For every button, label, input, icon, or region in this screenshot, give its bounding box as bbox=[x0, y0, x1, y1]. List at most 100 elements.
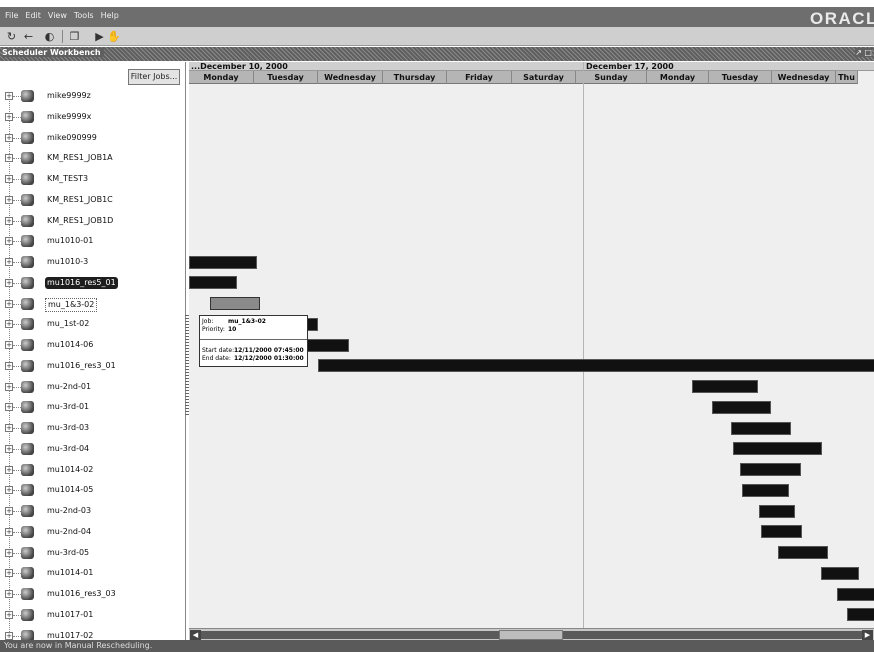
scroll-right-arrow-icon[interactable]: ▶ bbox=[862, 630, 873, 640]
tree-row[interactable]: + KM_RES1_JOB1A bbox=[0, 150, 184, 166]
run-icon[interactable]: ▶ bbox=[93, 30, 106, 43]
gantt-bar-mu1014-02[interactable] bbox=[740, 463, 801, 476]
job-icon bbox=[21, 567, 34, 580]
gantt-bar-mu1017-01[interactable] bbox=[847, 608, 874, 622]
tree-row[interactable]: + mu-2nd-01 bbox=[0, 379, 184, 395]
expand-icon[interactable]: + bbox=[5, 403, 13, 412]
gantt-bar-mu1016_res5_01[interactable] bbox=[189, 276, 237, 290]
expand-icon[interactable]: + bbox=[5, 341, 13, 349]
expand-icon[interactable]: + bbox=[5, 465, 13, 474]
expand-icon[interactable]: + bbox=[5, 610, 13, 619]
expand-icon[interactable]: + bbox=[5, 486, 13, 495]
tooltip-end-label: End date: bbox=[202, 355, 231, 362]
expand-icon[interactable]: + bbox=[5, 590, 13, 598]
gantt-bar-mu-2nd-01[interactable] bbox=[692, 380, 758, 393]
tree-row[interactable]: + mu_1&3-02 bbox=[0, 296, 184, 312]
gantt-bar-mu1014-01[interactable] bbox=[821, 566, 859, 580]
expand-icon[interactable]: + bbox=[5, 133, 13, 142]
gantt-bar-mu-3rd-05[interactable] bbox=[778, 546, 828, 559]
gantt-bar-mu1014-06[interactable] bbox=[304, 338, 349, 352]
expand-icon[interactable]: + bbox=[5, 299, 13, 308]
tree-row[interactable]: + mu-2nd-03 bbox=[0, 503, 184, 519]
refresh-icon[interactable]: ↻ bbox=[5, 30, 18, 43]
job-icon bbox=[21, 546, 34, 559]
job-label: mu-2nd-01 bbox=[47, 381, 92, 391]
tree-row[interactable]: + mu1014-05 bbox=[0, 482, 184, 498]
expand-icon[interactable]: + bbox=[5, 361, 13, 370]
gantt-bar-mu-3rd-04[interactable] bbox=[733, 442, 822, 456]
scroll-thumb[interactable] bbox=[499, 630, 563, 640]
expand-icon[interactable]: + bbox=[5, 320, 13, 329]
gantt-bar-mu1016_res3_01[interactable] bbox=[318, 359, 874, 373]
gantt-bar-mu_1&3-02[interactable] bbox=[210, 297, 260, 310]
day-header: Tuesday bbox=[709, 71, 772, 84]
expand-icon[interactable]: + bbox=[5, 507, 13, 515]
filter-jobs-button[interactable]: Filter Jobs... bbox=[128, 69, 180, 85]
gantt-bar-mu-2nd-03[interactable] bbox=[759, 504, 795, 518]
go-back-icon[interactable]: ← bbox=[22, 30, 35, 43]
window-controls[interactable]: ↗ □ bbox=[855, 48, 872, 57]
compare-icon[interactable]: ◐ bbox=[43, 30, 56, 43]
tree-row[interactable]: + mu1014-06 bbox=[0, 337, 184, 353]
tree-row[interactable]: + mu-3rd-04 bbox=[0, 441, 184, 457]
tree-row[interactable]: + mu1010-3 bbox=[0, 254, 184, 270]
expand-icon[interactable]: + bbox=[5, 216, 13, 225]
expand-icon[interactable]: + bbox=[5, 175, 13, 183]
horizontal-scrollbar[interactable]: ◀ ▶ bbox=[189, 628, 874, 640]
tree-row[interactable]: + KM_RES1_JOB1C bbox=[0, 192, 184, 208]
expand-icon[interactable]: + bbox=[5, 424, 13, 432]
expand-icon[interactable]: + bbox=[5, 527, 13, 536]
tree-row[interactable]: + mu1010-01 bbox=[0, 233, 184, 249]
expand-icon[interactable]: + bbox=[5, 237, 13, 246]
gantt-bar-mu-2nd-04[interactable] bbox=[761, 525, 802, 539]
tree-row[interactable]: + KM_TEST3 bbox=[0, 171, 184, 187]
tree-row[interactable]: + mike090999 bbox=[0, 130, 184, 146]
expand-icon[interactable]: + bbox=[5, 444, 13, 453]
expand-icon[interactable]: + bbox=[5, 112, 13, 121]
job-tooltip: Job: mu_1&3-02 Priority: 10 Start date:12/… bbox=[199, 315, 308, 367]
expand-icon[interactable]: + bbox=[5, 631, 13, 640]
expand-icon[interactable]: + bbox=[5, 154, 13, 163]
expand-icon[interactable]: + bbox=[5, 195, 13, 204]
tree-row[interactable]: + mu1014-02 bbox=[0, 462, 184, 478]
menu-help[interactable]: Help bbox=[101, 11, 119, 20]
tree-row[interactable]: + KM_RES1_JOB1D bbox=[0, 213, 184, 229]
day-header: Wednesday bbox=[318, 71, 383, 84]
job-icon bbox=[21, 442, 34, 455]
tree-row[interactable]: + mu1016_res3_01 bbox=[0, 358, 184, 374]
expand-icon[interactable]: + bbox=[5, 258, 13, 266]
gantt-bar-mu-3rd-03[interactable] bbox=[731, 421, 791, 435]
tree-row[interactable]: + mu1016_res5_01 bbox=[0, 275, 184, 291]
expand-icon[interactable]: + bbox=[5, 92, 13, 100]
expand-icon[interactable]: + bbox=[5, 278, 13, 287]
gantt-bar-mu1016_res3_03[interactable] bbox=[837, 587, 874, 601]
tree-row[interactable]: + mu-3rd-05 bbox=[0, 545, 184, 561]
tooltip-priority-label: Priority: bbox=[202, 326, 225, 333]
menu-file[interactable]: File bbox=[5, 11, 18, 20]
tooltip-start-value: 12/11/2000 07:45:00 bbox=[234, 347, 304, 354]
menu-edit[interactable]: Edit bbox=[25, 11, 41, 20]
tree-row[interactable]: + mu1016_res3_03 bbox=[0, 586, 184, 602]
expand-icon[interactable]: + bbox=[5, 569, 13, 578]
tree-branch-line bbox=[13, 407, 21, 409]
expand-icon[interactable]: + bbox=[5, 548, 13, 557]
job-icon bbox=[21, 152, 34, 165]
gantt-bar-mu1014-05[interactable] bbox=[742, 483, 789, 497]
hand-icon[interactable]: ✋ bbox=[107, 30, 121, 43]
tree-row[interactable]: + mu-3rd-01 bbox=[0, 399, 184, 415]
tree-row[interactable]: + mu-3rd-03 bbox=[0, 420, 184, 436]
menu-view[interactable]: View bbox=[48, 11, 67, 20]
menu-tools[interactable]: Tools bbox=[74, 11, 94, 20]
tree-row[interactable]: + mu1017-01 bbox=[0, 607, 184, 623]
tree-row[interactable]: + mu_1st-02 bbox=[0, 316, 184, 332]
expand-icon[interactable]: + bbox=[5, 382, 13, 391]
tree-row[interactable]: + mike9999x bbox=[0, 109, 184, 125]
job-label: mu-3rd-03 bbox=[47, 423, 90, 432]
gantt-bar-mu-3rd-01[interactable] bbox=[712, 400, 771, 414]
tree-row[interactable]: + mike9999z bbox=[0, 88, 184, 104]
gantt-bar-mu1010-3[interactable] bbox=[189, 255, 257, 269]
scroll-left-arrow-icon[interactable]: ◀ bbox=[190, 630, 201, 640]
tree-row[interactable]: + mu1014-01 bbox=[0, 565, 184, 581]
tree-row[interactable]: + mu-2nd-04 bbox=[0, 524, 184, 540]
copy-icon[interactable]: ❐ bbox=[68, 30, 81, 43]
